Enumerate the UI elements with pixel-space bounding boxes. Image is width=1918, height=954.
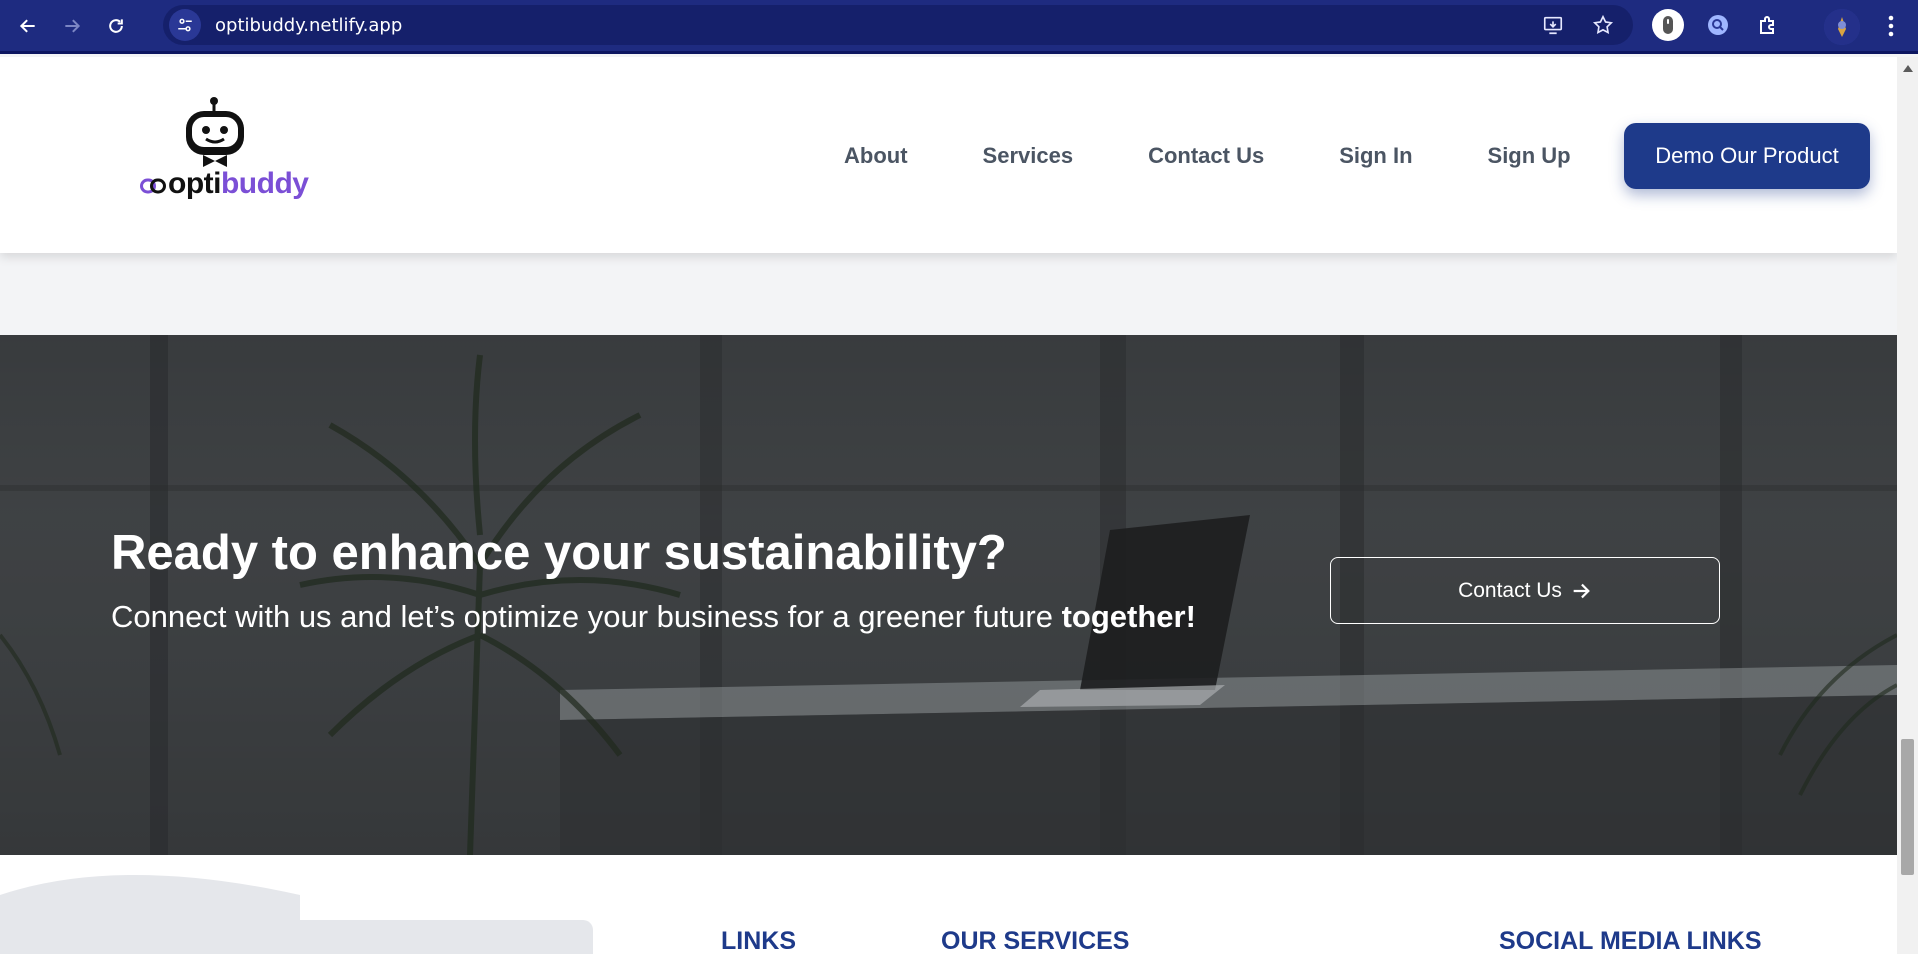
browser-menu-button[interactable] (1876, 10, 1906, 42)
more-vert-icon (1888, 15, 1894, 37)
arrow-right-icon (65, 18, 81, 33)
star-icon (1592, 14, 1614, 35)
search-extension-icon (1708, 15, 1728, 35)
cta-subtitle-emphasis: together! (1061, 599, 1196, 634)
page-scrollbar[interactable] (1897, 57, 1918, 954)
footer-heading-services: OUR SERVICES (941, 927, 1130, 954)
address-bar[interactable]: optibuddy.netlify.app (163, 5, 1633, 45)
cta-banner: Ready to enhance your sustainability? Co… (0, 335, 1897, 855)
extensions-button[interactable] (1752, 9, 1784, 41)
extension-search-button[interactable] (1702, 9, 1734, 41)
reload-button[interactable] (100, 10, 132, 42)
page-viewport: optibuddy About Services Contact Us Sign… (0, 57, 1897, 954)
avatar (1824, 9, 1860, 45)
arrow-left-icon (19, 18, 35, 33)
nav-sign-up[interactable]: Sign Up (1488, 143, 1571, 169)
cta-subtitle: Connect with us and let’s optimize your … (111, 599, 1196, 635)
reload-icon (109, 18, 123, 33)
main-nav: About Services Contact Us Sign In Sign U… (844, 143, 1646, 169)
forward-button[interactable] (56, 10, 88, 42)
nav-about[interactable]: About (844, 143, 908, 169)
scroll-up-arrow[interactable] (1903, 65, 1913, 72)
optibuddy-logo[interactable]: optibuddy (140, 95, 309, 205)
profile-avatar[interactable] (1824, 9, 1860, 45)
cta-subtitle-text: Connect with us and let’s optimize your … (111, 599, 1062, 634)
site-info-button[interactable] (169, 9, 201, 41)
extension-mouse-button[interactable] (1652, 9, 1684, 41)
footer-heading-links: LINKS (721, 927, 796, 954)
scrollbar-thumb[interactable] (1901, 739, 1914, 875)
footer-newsletter-card (161, 920, 593, 954)
url-text[interactable]: optibuddy.netlify.app (215, 15, 402, 36)
tune-icon (178, 18, 192, 32)
demo-product-button[interactable]: Demo Our Product (1624, 123, 1870, 189)
logo-text-opti: opti (168, 167, 221, 200)
mouse-icon (1663, 16, 1673, 34)
browser-toolbar: optibuddy.netlify.app (0, 0, 1918, 54)
puzzle-icon (1760, 16, 1774, 34)
link-icon (140, 178, 166, 194)
nav-services[interactable]: Services (983, 143, 1074, 169)
robot-icon (186, 97, 244, 167)
install-icon (1543, 16, 1563, 35)
site-header: optibuddy About Services Contact Us Sign… (0, 57, 1897, 253)
cta-contact-label: Contact Us (1458, 578, 1562, 602)
back-button[interactable] (12, 10, 44, 42)
install-app-button[interactable] (1539, 11, 1567, 39)
nav-sign-in[interactable]: Sign In (1339, 143, 1412, 169)
site-footer: LINKS OUR SERVICES SOCIAL MEDIA LINKS (0, 855, 1897, 954)
logo-wordmark: optibuddy (140, 167, 309, 202)
nav-contact-us[interactable]: Contact Us (1148, 143, 1264, 169)
cta-contact-button[interactable]: Contact Us (1330, 557, 1720, 624)
logo-text-buddy: buddy (220, 167, 309, 200)
bookmark-star-button[interactable] (1589, 11, 1617, 39)
cta-title: Ready to enhance your sustainability? (111, 526, 1007, 580)
footer-heading-social: SOCIAL MEDIA LINKS (1499, 927, 1762, 954)
arrow-right-icon (1573, 583, 1590, 598)
